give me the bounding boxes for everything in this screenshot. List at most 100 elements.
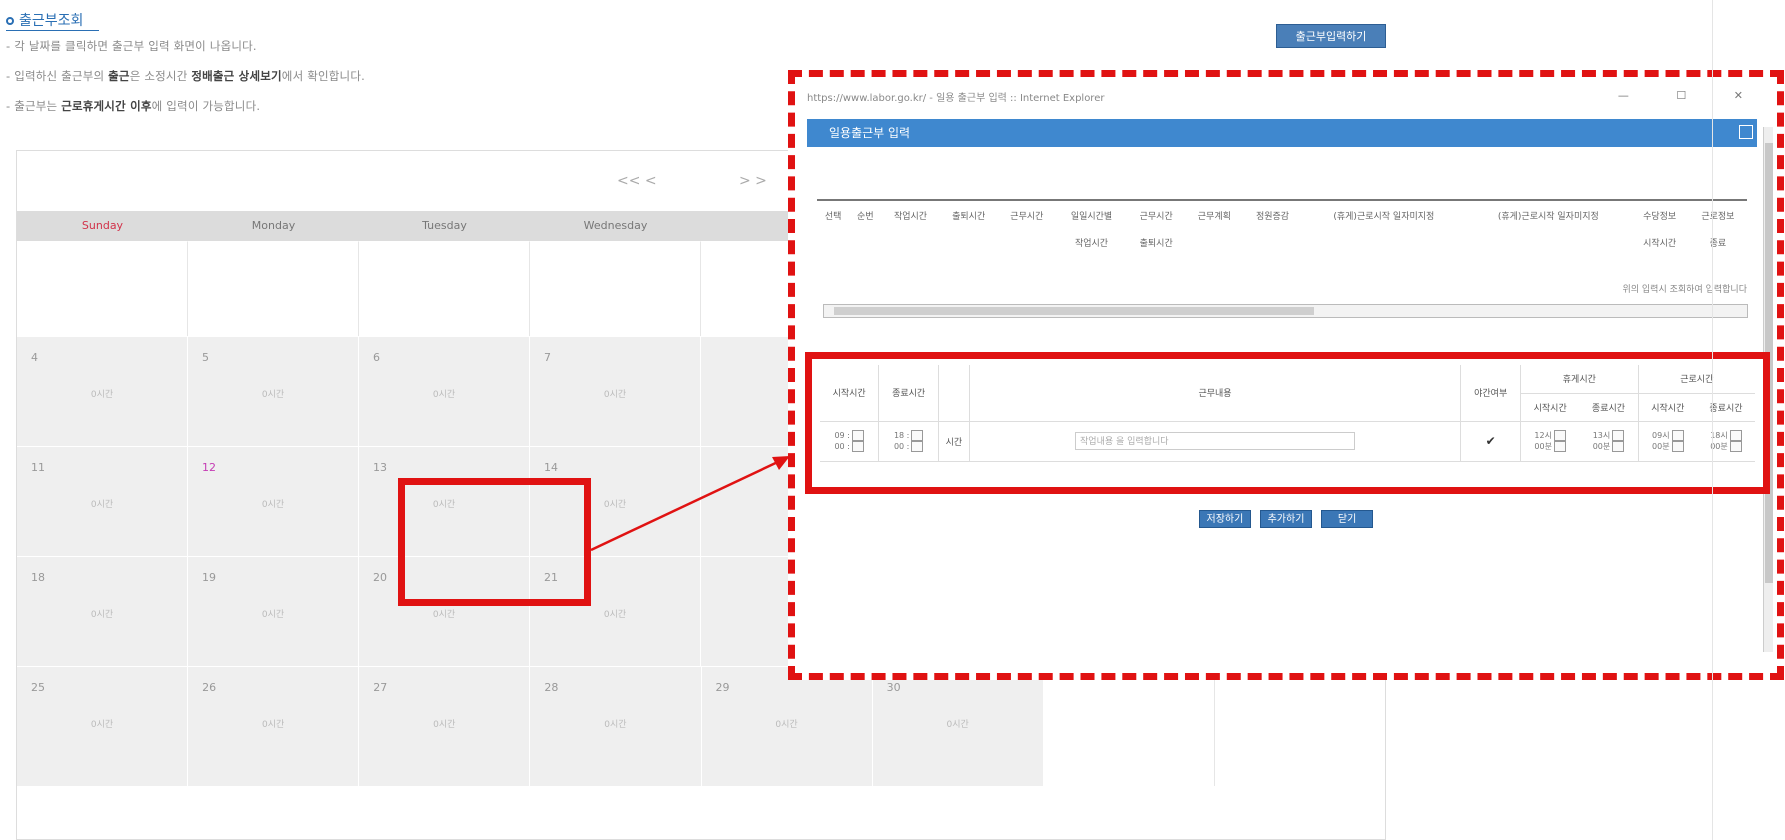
calendar-day[interactable] (530, 241, 701, 336)
col-header: 작업시간 (893, 212, 928, 222)
chevron-down-icon[interactable] (1612, 441, 1625, 452)
chevron-down-icon[interactable] (911, 441, 924, 452)
day-hours: 0시간 (90, 500, 114, 510)
sub-end: 종료시간 (1579, 393, 1639, 422)
chevron-down-icon[interactable] (851, 441, 864, 452)
calendar-day[interactable] (359, 241, 530, 336)
col-start-time: 시작시간 (820, 365, 880, 422)
notice-1: - 각 날짜를 클릭하면 출근부 입력 화면이 나옵니다. (6, 39, 257, 53)
col-work-content: 근무내용 (969, 365, 1462, 422)
calendar-day[interactable]: 30 0시간 (872, 666, 1044, 786)
scrollbar-thumb[interactable] (834, 307, 1314, 315)
col-header: 정원증감 (1255, 212, 1290, 222)
day-number: 11 (31, 461, 45, 474)
attendance-entry-grid: 시작시간 종료시간 근무내용 야간여부 휴게시간 근로시간 시작시간 종료시간 … (820, 365, 1755, 462)
calendar-day[interactable]: 27 0시간 (359, 666, 531, 786)
day-hours: 0시간 (946, 720, 969, 730)
add-button[interactable]: 추가하기 (1260, 510, 1312, 528)
work-content-input[interactable]: 작업내용 을 입력합니다 (1075, 432, 1356, 450)
day-hours: 0시간 (261, 390, 285, 400)
chevron-down-icon[interactable] (911, 430, 924, 441)
calendar-day[interactable]: 18 0시간 (17, 556, 188, 666)
calendar-day[interactable]: 25 0시간 (17, 666, 189, 786)
day-hours: 0시간 (604, 720, 627, 730)
notice-3: - 출근부는 근로휴게시간 이후에 입력이 가능합니다. (6, 99, 261, 113)
calendar-day[interactable]: 29 0시간 (701, 666, 873, 786)
day-hours: 0시간 (603, 610, 627, 620)
chevron-down-icon[interactable] (1553, 430, 1566, 441)
weekday-wednesday: Wednesday (583, 219, 648, 232)
popup-header-title: 일용출근부 입력 (829, 126, 911, 140)
notice-2: - 입력하신 출근부의 출근은 소정시간 정배출근 상세보기에서 확인합니다. (6, 69, 365, 83)
calendar-day[interactable]: 26 0시간 (188, 666, 360, 786)
close-button[interactable]: 닫기 (1321, 510, 1374, 528)
work-start-select[interactable]: 09시 00분 (1638, 421, 1697, 462)
right-side-panel (1712, 0, 1785, 840)
end-time-select[interactable]: 18 : 00 : (878, 421, 939, 462)
calendar-day[interactable] (17, 241, 188, 336)
sub-header: 출퇴시간 (1139, 238, 1173, 249)
horizontal-scrollbar[interactable] (823, 304, 1748, 318)
chevron-down-icon[interactable] (1553, 441, 1566, 452)
day-number: 30 (886, 681, 901, 694)
calendar-day[interactable] (188, 241, 359, 336)
calendar-day[interactable]: 28 0시간 (530, 666, 702, 786)
day-hours: 0시간 (433, 720, 456, 730)
day-hours: 0시간 (432, 390, 456, 400)
popup-titlebar: https://www.labor.go.kr/ - 일용 출근부 입력 :: … (807, 89, 1765, 107)
col-header: 일일시간별 (1070, 212, 1113, 222)
popup-header: 일용출근부 입력 (807, 119, 1757, 147)
night-checkbox[interactable]: ✔ (1486, 434, 1496, 448)
col-header: 출퇴시간 (952, 212, 986, 222)
calendar-day[interactable] (1043, 666, 1215, 786)
day-hours: 0시간 (261, 610, 285, 620)
day-number: 5 (202, 351, 209, 364)
break-end-select[interactable]: 13시 00분 (1579, 421, 1639, 462)
day-number: 25 (31, 681, 45, 694)
break-start-select[interactable]: 12시 00분 (1520, 421, 1580, 462)
calendar-day[interactable]: 7 0시간 (530, 336, 701, 446)
weekday-tuesday: Tuesday (422, 219, 467, 232)
next-month-button[interactable]: > > (739, 173, 767, 189)
day-number-holiday: 12 (202, 461, 216, 474)
day-hours: 0시간 (261, 500, 285, 510)
start-time-select[interactable]: 09 : 00 : (820, 421, 880, 462)
day-number: 18 (31, 571, 45, 584)
chevron-down-icon[interactable] (851, 430, 864, 441)
col-end-time: 종료시간 (878, 365, 939, 422)
chevron-down-icon[interactable] (1671, 441, 1684, 452)
col-header: 선택 (824, 212, 842, 222)
col-header: 근무계획 (1197, 212, 1231, 222)
day-number: 20 (373, 571, 387, 584)
calendar-day[interactable]: 6 0시간 (359, 336, 530, 446)
col-header: 근무시간 (1010, 212, 1044, 222)
chevron-down-icon[interactable] (1612, 430, 1625, 441)
calendar-week-5: 25 0시간 26 0시간 27 0시간 28 0시간 29 0시간 30 0시간 (17, 666, 1385, 786)
popup-button-row: 저장하기 추가하기 닫기 (795, 507, 1777, 528)
calendar-day[interactable]: 11 0시간 (17, 446, 188, 556)
day-hours: 0시간 (90, 720, 114, 730)
calendar-day[interactable]: 4 0시간 (17, 336, 188, 446)
col-header: 순번 (857, 212, 874, 222)
day-hours: 0시간 (603, 390, 627, 400)
page-title-text: 출근부조회 (19, 13, 84, 29)
col-break-time: 휴게시간 (1520, 365, 1639, 394)
highlight-selected-day (398, 478, 591, 606)
night-checkbox-cell: ✔ (1460, 421, 1522, 462)
day-number: 14 (544, 461, 558, 474)
calendar-day[interactable]: 19 0시간 (188, 556, 359, 666)
calendar-day[interactable]: 12 0시간 (188, 446, 359, 556)
day-hours: 0시간 (775, 720, 798, 730)
weekday-sunday: Sunday (81, 219, 124, 232)
day-hours: 0시간 (90, 390, 114, 400)
day-number: 7 (544, 351, 551, 364)
day-hours: 0시간 (432, 610, 456, 620)
register-attendance-button[interactable]: 출근부입력하기 (1276, 24, 1386, 48)
save-button[interactable]: 저장하기 (1198, 510, 1251, 528)
chevron-down-icon[interactable] (1671, 430, 1684, 441)
col-blank (938, 365, 970, 422)
day-number: 26 (202, 681, 217, 694)
prev-month-button[interactable]: << < (617, 173, 657, 189)
screen: 출근부조회 - 각 날짜를 클릭하면 출근부 입력 화면이 나옵니다. - 입력… (0, 0, 1785, 840)
calendar-day[interactable]: 5 0시간 (188, 336, 359, 446)
